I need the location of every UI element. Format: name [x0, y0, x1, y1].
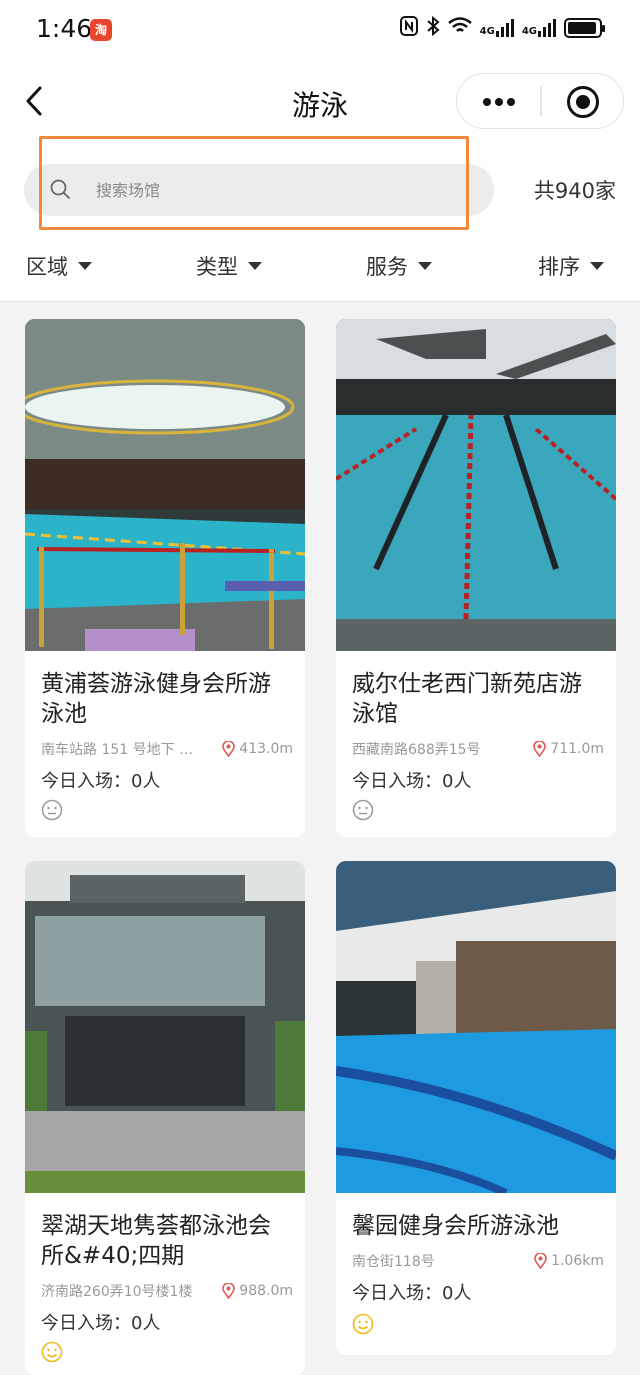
bluetooth-icon — [426, 15, 440, 40]
neutral-face-icon — [41, 799, 63, 821]
smiley-face-icon — [352, 1313, 374, 1335]
venue-entries: 今日入场：0人 — [352, 771, 472, 792]
smiley-face-icon — [41, 1341, 63, 1363]
search-icon — [50, 179, 70, 199]
battery-icon — [564, 18, 605, 38]
network-type-label: 4G — [479, 26, 495, 37]
venue-entries: 今日入场：0人 — [41, 771, 161, 792]
venue-card[interactable]: 馨园健身会所游泳池 南仓街118号 1.06km 今日入场：0人 — [336, 861, 616, 1355]
status-time: 1:46 — [36, 14, 93, 43]
close-miniprogram-button[interactable] — [567, 86, 599, 118]
venue-name: 翠湖天地隽荟都泳池会所&#40;四期 — [41, 1213, 271, 1269]
caret-down-icon — [418, 262, 432, 270]
result-count: 共940家 — [533, 179, 616, 203]
location-pin-icon — [534, 1253, 547, 1269]
venue-photo — [25, 861, 305, 1193]
filter-label: 服务 — [366, 255, 408, 279]
venue-card[interactable]: 翠湖天地隽荟都泳池会所&#40;四期 济南路260弄10号楼1楼 988.0m … — [25, 861, 305, 1375]
network-type-label: 4G — [521, 26, 537, 37]
venue-meta: 南车站路 151 号地下 … 413.0m — [41, 739, 293, 759]
caret-down-icon — [590, 262, 604, 270]
status-bar: 1:46 淘 4G 4G — [0, 0, 640, 64]
caret-down-icon — [248, 262, 262, 270]
venue-entries: 今日入场：0人 — [352, 1283, 472, 1304]
venue-photo — [25, 319, 305, 651]
venue-name: 黄浦荟游泳健身会所游泳池 — [41, 671, 271, 727]
filter-sort[interactable]: 排序 — [538, 246, 604, 286]
venue-distance: 1.06km — [534, 1251, 604, 1271]
filter-area[interactable]: 区域 — [26, 246, 92, 286]
venue-distance: 711.0m — [533, 739, 604, 759]
distance-value: 988.0m — [239, 1283, 293, 1299]
venue-meta: 南仓街118号 1.06km — [352, 1251, 604, 1271]
caret-down-icon — [78, 262, 92, 270]
more-button[interactable] — [457, 74, 541, 128]
filter-bar: 区域 类型 服务 排序 — [0, 236, 640, 302]
taobao-app-icon: 淘 — [90, 19, 112, 41]
venue-name: 馨园健身会所游泳池 — [352, 1213, 559, 1239]
filter-label: 类型 — [196, 255, 238, 279]
miniprogram-capsule — [456, 73, 624, 129]
search-box[interactable] — [24, 164, 494, 216]
cellular-signal-2-icon: 4G — [522, 19, 556, 37]
filter-label: 排序 — [538, 255, 580, 279]
nav-bar: 游泳 — [0, 64, 640, 140]
cellular-signal-1-icon: 4G — [480, 19, 514, 37]
venue-name: 威尔仕老西门新苑店游泳馆 — [352, 671, 582, 727]
distance-value: 711.0m — [550, 741, 604, 757]
neutral-face-icon — [352, 799, 374, 821]
more-dots-icon — [483, 98, 491, 106]
location-pin-icon — [533, 741, 547, 757]
filter-label: 区域 — [26, 255, 68, 279]
search-input[interactable] — [96, 164, 476, 216]
nfc-icon — [399, 16, 418, 40]
venue-address: 西藏南路688弄15号 — [352, 742, 481, 758]
venue-photo — [336, 861, 616, 1193]
status-icons: 4G 4G — [399, 15, 605, 40]
distance-value: 413.0m — [239, 741, 293, 757]
more-dots-icon — [495, 98, 503, 106]
venue-card[interactable]: 威尔仕老西门新苑店游泳馆 西藏南路688弄15号 711.0m 今日入场：0人 — [336, 319, 616, 837]
venue-entries: 今日入场：0人 — [41, 1313, 161, 1334]
venue-meta: 济南路260弄10号楼1楼 988.0m — [41, 1281, 293, 1301]
filter-service[interactable]: 服务 — [366, 246, 432, 286]
venue-photo — [336, 319, 616, 651]
venue-distance: 413.0m — [222, 739, 293, 759]
venue-card[interactable]: 黄浦荟游泳健身会所游泳池 南车站路 151 号地下 … 413.0m 今日入场：… — [25, 319, 305, 837]
venue-distance: 988.0m — [222, 1281, 293, 1301]
capsule-divider — [540, 86, 542, 116]
venue-address: 济南路260弄10号楼1楼 — [41, 1284, 193, 1300]
search-row: 共940家 — [0, 136, 640, 236]
distance-value: 1.06km — [551, 1253, 604, 1269]
filter-type[interactable]: 类型 — [196, 246, 262, 286]
location-pin-icon — [222, 741, 236, 757]
wifi-icon — [447, 17, 472, 39]
more-dots-icon — [507, 98, 515, 106]
location-pin-icon — [222, 1283, 236, 1299]
venue-meta: 西藏南路688弄15号 711.0m — [352, 739, 604, 759]
venue-address: 南仓街118号 — [352, 1254, 435, 1270]
venue-address: 南车站路 151 号地下 … — [41, 742, 194, 758]
